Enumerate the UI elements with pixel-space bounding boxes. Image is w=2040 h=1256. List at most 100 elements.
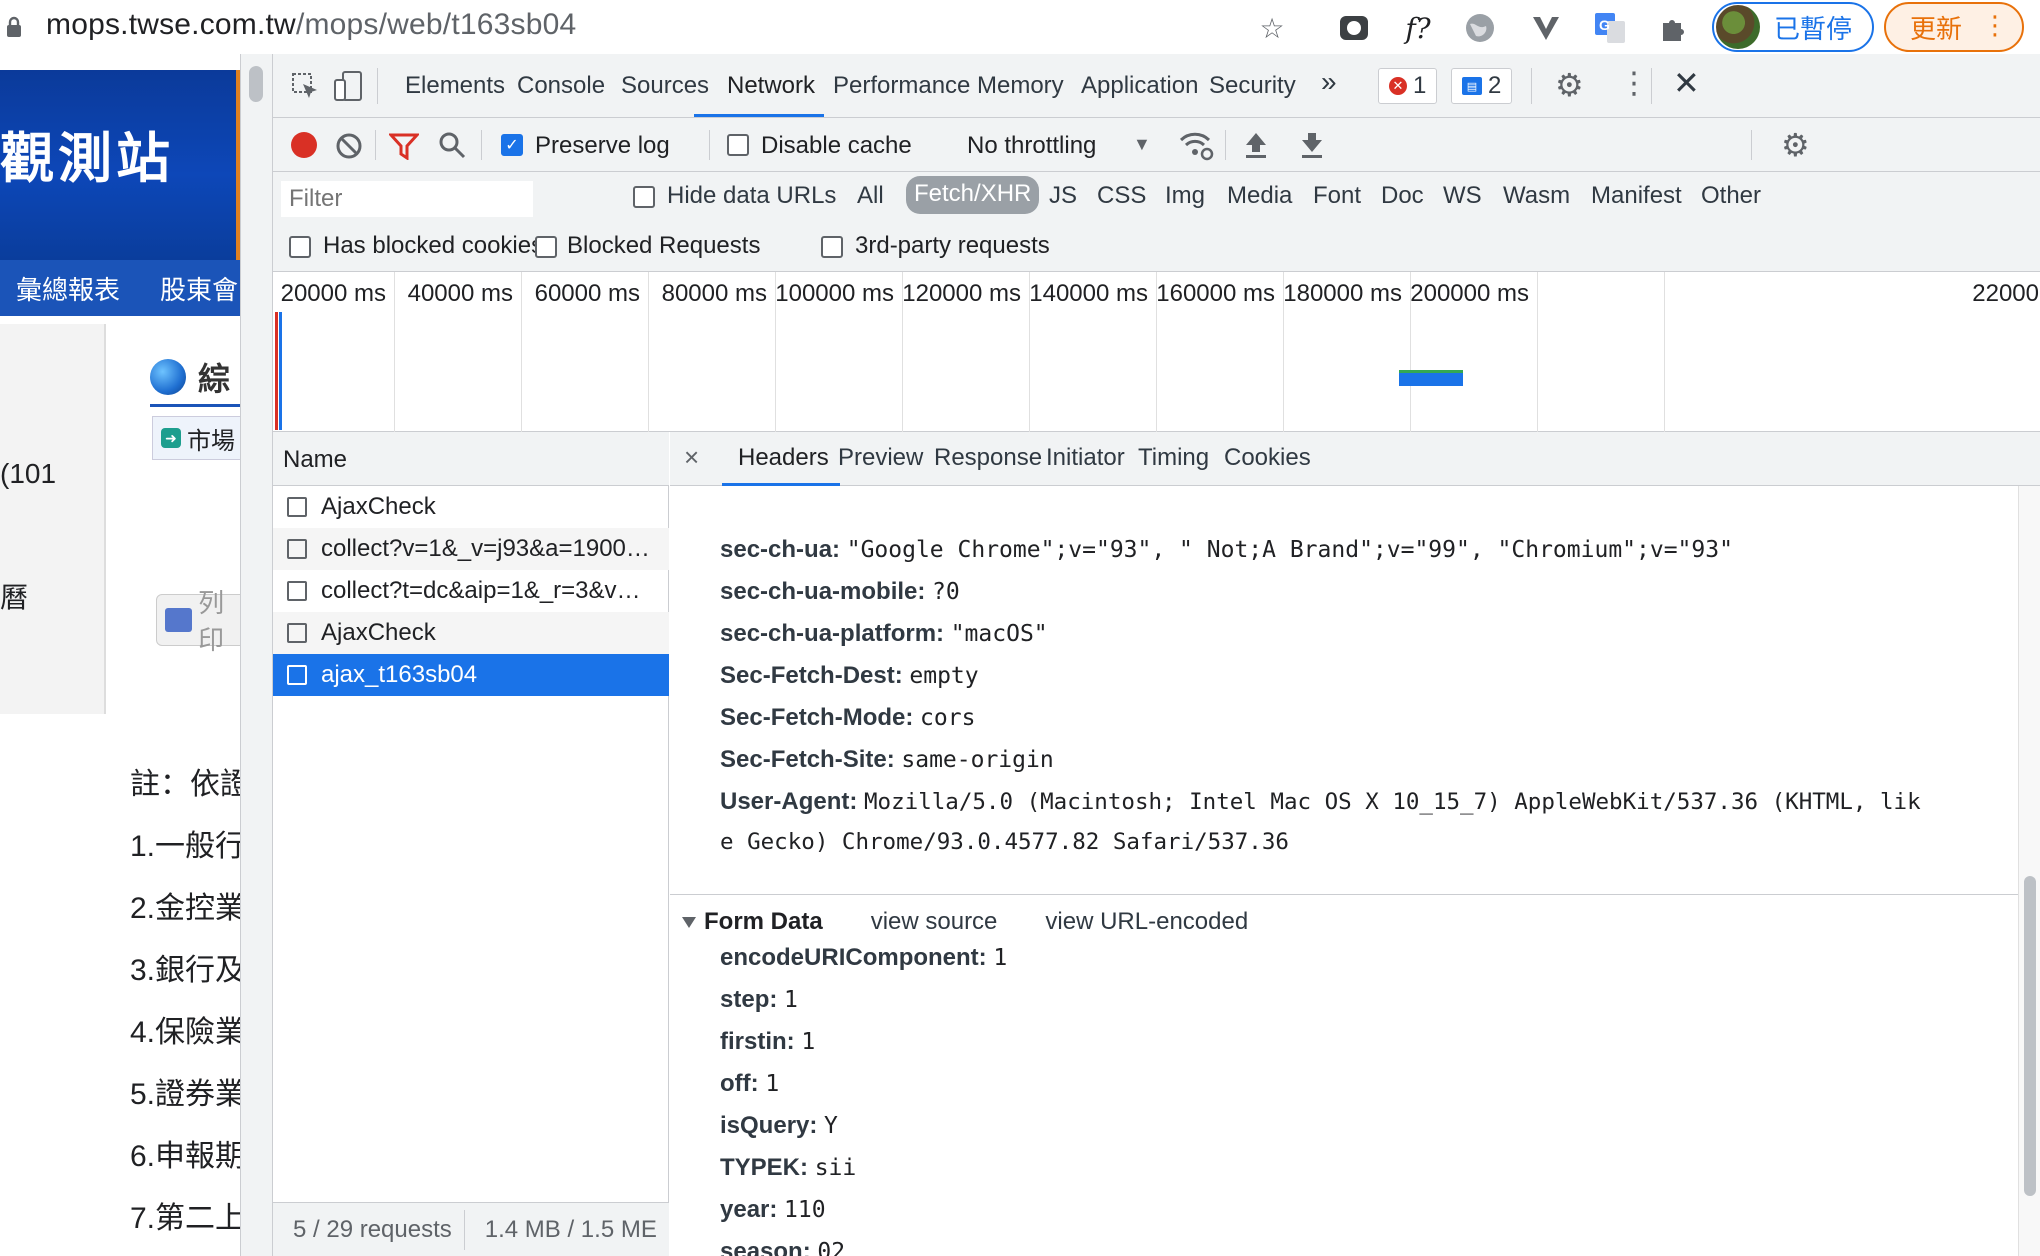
- more-options-icon[interactable]: ⋮: [1619, 66, 1649, 101]
- tab-console[interactable]: Console: [517, 72, 605, 100]
- tab-initiator[interactable]: Initiator: [1046, 444, 1125, 472]
- tab-response[interactable]: Response: [934, 444, 1042, 472]
- filter-type-js[interactable]: JS: [1049, 182, 1077, 210]
- filter-type-media[interactable]: Media: [1227, 182, 1292, 210]
- svg-text:G: G: [1599, 17, 1610, 33]
- filter-type-doc[interactable]: Doc: [1381, 182, 1424, 210]
- translate-icon[interactable]: G: [1590, 8, 1630, 48]
- lock-icon[interactable]: [6, 16, 22, 38]
- tab-security[interactable]: Security: [1209, 72, 1296, 100]
- tab-application[interactable]: Application: [1081, 72, 1198, 100]
- print-button[interactable]: 列印: [156, 588, 240, 655]
- blocked-cookies-checkbox[interactable]: [289, 236, 311, 258]
- tab-timing[interactable]: Timing: [1138, 444, 1209, 472]
- v-extension-icon[interactable]: [1526, 8, 1566, 48]
- market-link[interactable]: ➜ 市場: [152, 416, 240, 460]
- view-source-link[interactable]: view source: [871, 908, 998, 936]
- inspect-element-icon[interactable]: [291, 72, 319, 100]
- request-row[interactable]: collect?v=1&_v=j93&a=1900…: [273, 528, 669, 570]
- tab-elements[interactable]: Elements: [405, 72, 505, 100]
- bookmark-star-icon[interactable]: ☆: [1252, 8, 1292, 48]
- close-devtools-icon[interactable]: ✕: [1673, 64, 1700, 102]
- tab-memory[interactable]: Memory: [977, 72, 1064, 100]
- message-icon: ▤: [1462, 77, 1482, 95]
- record-icon[interactable]: [291, 132, 317, 158]
- filter-icon[interactable]: [389, 132, 419, 160]
- network-overview[interactable]: 20000 ms 40000 ms 60000 ms 80000 ms 100000 m…: [273, 272, 2040, 432]
- export-har-icon[interactable]: [1299, 130, 1325, 160]
- tab-performance[interactable]: Performance: [833, 72, 970, 100]
- page-scrollbar[interactable]: [241, 54, 273, 1256]
- nav-item-shareholders[interactable]: 股東會: [160, 270, 238, 307]
- import-har-icon[interactable]: [1243, 130, 1269, 160]
- filter-type-css[interactable]: CSS: [1097, 182, 1146, 210]
- filter-type-font[interactable]: Font: [1313, 182, 1361, 210]
- throttling-select[interactable]: No throttling: [967, 132, 1096, 160]
- profile-button[interactable]: 已暫停: [1712, 2, 1874, 52]
- load-event-line: [279, 312, 282, 430]
- blocked-requests-checkbox[interactable]: [535, 236, 557, 258]
- fx-extension-icon[interactable]: f?: [1398, 8, 1438, 48]
- active-detail-tab-indicator: [722, 483, 840, 486]
- filter-type-img[interactable]: Img: [1165, 182, 1205, 210]
- close-details-icon[interactable]: ×: [684, 442, 699, 473]
- globe-extension-icon[interactable]: [1460, 8, 1500, 48]
- third-party-checkbox[interactable]: [821, 236, 843, 258]
- tab-preview[interactable]: Preview: [838, 444, 923, 472]
- hide-data-urls-checkbox[interactable]: [633, 186, 655, 208]
- globe-icon: [150, 359, 186, 395]
- view-url-encoded-link[interactable]: view URL-encoded: [1045, 908, 1248, 936]
- filter-type-xhr[interactable]: Fetch/XHR: [906, 176, 1040, 214]
- message-badge[interactable]: ▤ 2: [1451, 68, 1513, 104]
- network-settings-gear-icon[interactable]: ⚙: [1781, 126, 1810, 164]
- device-toggle-icon[interactable]: [333, 70, 363, 102]
- settings-gear-icon[interactable]: ⚙: [1555, 66, 1584, 104]
- request-row[interactable]: collect?t=dc&aip=1&_r=3&v…: [273, 570, 669, 612]
- filter-type-manifest[interactable]: Manifest: [1591, 182, 1682, 210]
- puzzle-icon[interactable]: [1654, 8, 1694, 48]
- tab-sources[interactable]: Sources: [621, 72, 709, 100]
- update-label: 更新: [1910, 13, 1963, 44]
- overview-tick-label: 160000 ms: [1156, 280, 1275, 307]
- tab-cookies[interactable]: Cookies: [1224, 444, 1311, 472]
- header-row: sec-ch-ua-mobile: ?0: [720, 578, 960, 605]
- url-field[interactable]: mops.twse.com.tw/mops/web/t163sb04: [46, 8, 576, 42]
- update-button[interactable]: 更新 ⋮: [1884, 2, 2024, 52]
- form-data-row: encodeURIComponent: 1: [720, 944, 1008, 971]
- print-label: 列印: [198, 588, 225, 655]
- name-column-header[interactable]: Name: [273, 432, 669, 486]
- chevron-down-icon[interactable]: ▼: [1133, 134, 1151, 155]
- network-conditions-icon[interactable]: [1179, 130, 1215, 162]
- request-checkbox-icon: [287, 539, 307, 559]
- request-row-selected[interactable]: ajax_t163sb04: [273, 654, 669, 696]
- filter-input[interactable]: [281, 181, 533, 217]
- form-data-section-header[interactable]: Form Data view source view URL-encoded: [682, 908, 1248, 936]
- disable-cache-checkbox[interactable]: [727, 134, 749, 156]
- nav-item-summary[interactable]: 彙總報表: [16, 270, 120, 307]
- preserve-log-label: Preserve log: [535, 132, 670, 159]
- search-icon[interactable]: [437, 130, 467, 160]
- menu-dots-icon[interactable]: ⋮: [1982, 12, 2008, 38]
- tab-network[interactable]: Network: [727, 72, 815, 100]
- network-toolbar: ✓ Preserve log Disable cache No throttli…: [273, 118, 2040, 172]
- note-line: 3.銀行及: [130, 954, 240, 987]
- details-scrollbar[interactable]: [2018, 486, 2040, 1256]
- more-tabs-icon[interactable]: »: [1321, 66, 1337, 98]
- filter-type-other[interactable]: Other: [1701, 182, 1761, 210]
- arrow-right-icon: ➜: [161, 428, 181, 448]
- divider: [670, 894, 2018, 895]
- form-data-row: year: 110: [720, 1196, 826, 1223]
- extension-icon[interactable]: [1334, 8, 1374, 48]
- expand-triangle-icon[interactable]: [682, 916, 696, 928]
- preserve-log-checkbox[interactable]: ✓: [501, 134, 523, 156]
- tab-headers[interactable]: Headers: [738, 444, 829, 472]
- clear-icon[interactable]: [335, 132, 363, 160]
- error-badge[interactable]: ✕ 1: [1378, 68, 1438, 104]
- filter-type-wasm[interactable]: Wasm: [1503, 182, 1570, 210]
- filter-type-ws[interactable]: WS: [1443, 182, 1482, 210]
- overview-tick-label: 120000 ms: [902, 280, 1021, 307]
- filter-type-all[interactable]: All: [857, 182, 884, 210]
- request-row[interactable]: AjaxCheck: [273, 486, 669, 528]
- request-checkbox-icon: [287, 497, 307, 517]
- request-row[interactable]: AjaxCheck: [273, 612, 669, 654]
